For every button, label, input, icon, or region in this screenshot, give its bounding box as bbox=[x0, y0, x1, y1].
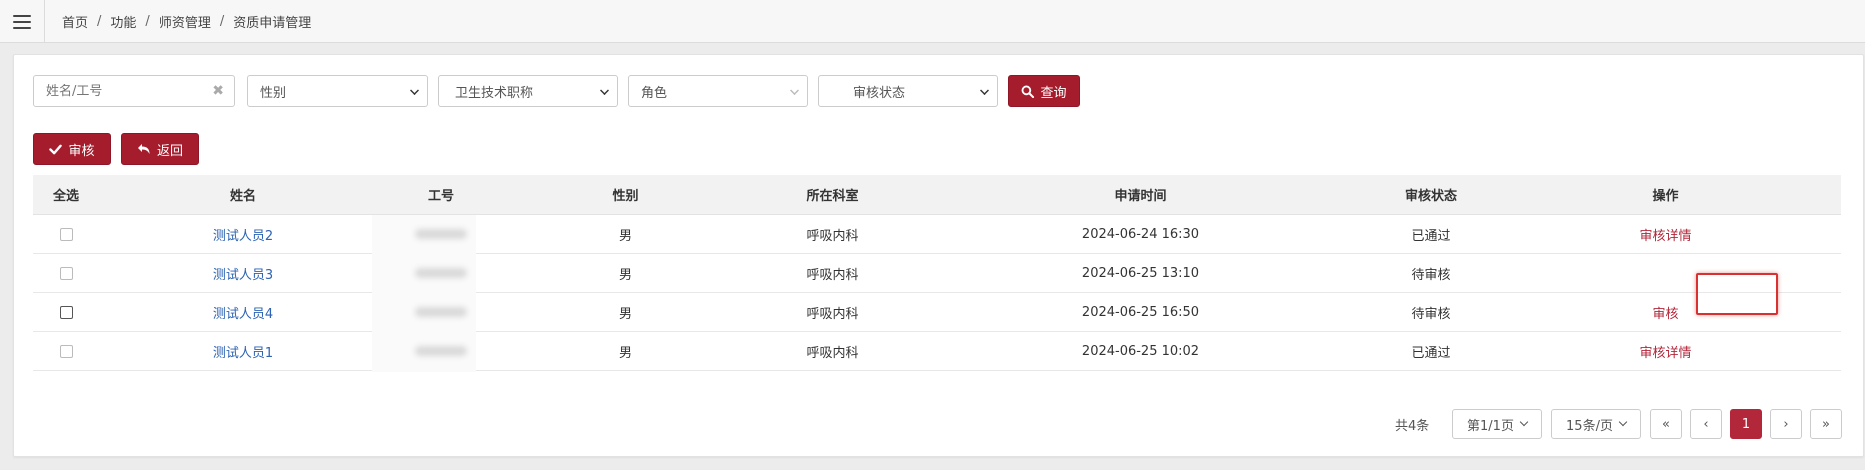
page-select[interactable]: 第1/1页 bbox=[1452, 409, 1542, 439]
gender-cell: 男 bbox=[618, 267, 632, 283]
approve-button[interactable]: 审核 bbox=[33, 133, 111, 165]
review-link[interactable]: 审核 bbox=[1652, 303, 1678, 322]
breadcrumb: 首页 / 功能 / 师资管理 / 资质申请管理 bbox=[62, 12, 312, 31]
status-select-value: 审核状态 bbox=[853, 85, 906, 101]
chevron-down-icon bbox=[600, 86, 609, 95]
staff-id-masked bbox=[415, 229, 467, 239]
highlight-box bbox=[1696, 273, 1778, 315]
header-status: 审核状态 bbox=[1404, 189, 1457, 204]
next-page-button[interactable]: › bbox=[1770, 409, 1802, 439]
header-actions: 操作 bbox=[1652, 189, 1679, 204]
review-details-link[interactable]: 审核详情 bbox=[1639, 342, 1691, 361]
page-select-value: 第1/1页 bbox=[1467, 418, 1514, 434]
row-checkbox[interactable] bbox=[59, 266, 73, 280]
table-row: 测试人员1 男 呼吸内科 2024-06-25 10:02 已通过 审核详情 bbox=[33, 332, 1841, 371]
apply-time-cell: 2024-06-25 10:02 bbox=[1081, 343, 1200, 359]
staff-name-link[interactable]: 测试人员1 bbox=[213, 342, 273, 361]
role-select[interactable]: 角色 bbox=[628, 75, 808, 107]
gender-cell: 男 bbox=[618, 306, 632, 322]
hamburger-icon bbox=[13, 14, 31, 29]
top-bar: 首页 / 功能 / 师资管理 / 资质申请管理 bbox=[0, 0, 1865, 43]
header-department: 所在科室 bbox=[806, 189, 859, 204]
status-cell: 待审核 bbox=[1411, 267, 1451, 283]
chevron-down-icon bbox=[790, 86, 799, 95]
menu-toggle-button[interactable] bbox=[0, 0, 45, 43]
name-search-input[interactable] bbox=[46, 83, 206, 99]
search-button[interactable]: 查询 bbox=[1008, 75, 1080, 107]
table-row: 测试人员4 男 呼吸内科 2024-06-25 16:50 待审核 审核 bbox=[33, 293, 1841, 332]
gender-select-value: 性别 bbox=[260, 85, 287, 101]
header-staff-id: 工号 bbox=[427, 189, 454, 204]
name-search-field[interactable]: ✖ bbox=[33, 75, 235, 107]
status-cell: 已通过 bbox=[1411, 345, 1451, 361]
prev-page-button[interactable]: ‹ bbox=[1690, 409, 1722, 439]
row-checkbox[interactable] bbox=[59, 305, 73, 319]
gender-cell: 男 bbox=[618, 228, 632, 244]
breadcrumb-home[interactable]: 首页 bbox=[62, 12, 88, 31]
staff-id-masked bbox=[415, 346, 467, 356]
status-cell: 已通过 bbox=[1411, 228, 1451, 244]
total-count: 共4条 bbox=[1395, 418, 1430, 434]
department-cell: 呼吸内科 bbox=[806, 267, 859, 283]
row-checkbox[interactable] bbox=[59, 344, 73, 358]
role-select-value: 角色 bbox=[641, 85, 668, 101]
staff-id-masked bbox=[415, 268, 467, 278]
department-cell: 呼吸内科 bbox=[806, 345, 859, 361]
breadcrumb-teacher-mgmt[interactable]: 师资管理 bbox=[159, 12, 211, 31]
check-icon bbox=[49, 144, 63, 154]
title-select-value: 卫生技术职称 bbox=[455, 85, 534, 101]
chevron-down-icon bbox=[1519, 417, 1529, 427]
table-header: 全选 姓名 工号 性别 所在科室 申请时间 审核状态 操作 bbox=[33, 175, 1841, 215]
apply-time-cell: 2024-06-24 16:30 bbox=[1081, 226, 1200, 242]
page-size-select[interactable]: 15条/页 bbox=[1551, 409, 1641, 439]
current-page-button[interactable]: 1 bbox=[1730, 409, 1762, 439]
back-button-label: 返回 bbox=[156, 143, 183, 159]
review-details-link[interactable]: 审核详情 bbox=[1639, 225, 1691, 244]
chevron-down-icon bbox=[410, 86, 419, 95]
gender-cell: 男 bbox=[618, 345, 632, 361]
last-page-button[interactable]: » bbox=[1810, 409, 1842, 439]
breadcrumb-function[interactable]: 功能 bbox=[110, 12, 136, 31]
search-button-label: 查询 bbox=[1040, 85, 1067, 101]
staff-name-link[interactable]: 测试人员3 bbox=[213, 264, 273, 283]
chevron-down-icon bbox=[1618, 417, 1628, 427]
chevron-down-icon bbox=[980, 86, 989, 95]
undo-icon bbox=[137, 144, 150, 154]
approve-button-label: 审核 bbox=[68, 143, 95, 159]
header-select-all[interactable]: 全选 bbox=[33, 175, 99, 214]
main-card: ✖ 性别 卫生技术职称 角色 审核状态 查询 审核 返回 bbox=[13, 54, 1864, 457]
staff-id-masked bbox=[415, 307, 467, 317]
apply-time-cell: 2024-06-25 13:10 bbox=[1081, 265, 1200, 281]
title-select[interactable]: 卫生技术职称 bbox=[438, 75, 618, 107]
table-row: 测试人员3 男 呼吸内科 2024-06-25 13:10 待审核 bbox=[33, 254, 1841, 293]
table-row: 测试人员2 男 呼吸内科 2024-06-24 16:30 已通过 审核详情 bbox=[33, 215, 1841, 254]
first-page-button[interactable]: « bbox=[1650, 409, 1682, 439]
staff-name-link[interactable]: 测试人员4 bbox=[213, 303, 273, 322]
gender-select[interactable]: 性别 bbox=[247, 75, 428, 107]
header-apply-time: 申请时间 bbox=[1114, 189, 1167, 204]
search-icon bbox=[1022, 85, 1035, 98]
page-size-value: 15条/页 bbox=[1566, 418, 1613, 434]
status-cell: 待审核 bbox=[1411, 306, 1451, 322]
header-gender: 性别 bbox=[612, 189, 639, 204]
status-select[interactable]: 审核状态 bbox=[818, 75, 998, 107]
header-name: 姓名 bbox=[229, 189, 256, 204]
clear-icon[interactable]: ✖ bbox=[212, 83, 224, 99]
back-button[interactable]: 返回 bbox=[121, 133, 199, 165]
department-cell: 呼吸内科 bbox=[806, 306, 859, 322]
staff-name-link[interactable]: 测试人员2 bbox=[213, 225, 273, 244]
department-cell: 呼吸内科 bbox=[806, 228, 859, 244]
apply-time-cell: 2024-06-25 16:50 bbox=[1081, 304, 1200, 320]
applications-table: 全选 姓名 工号 性别 所在科室 申请时间 审核状态 操作 测试人员2 男 呼吸… bbox=[33, 175, 1841, 372]
row-checkbox[interactable] bbox=[59, 227, 73, 241]
breadcrumb-current: 资质申请管理 bbox=[233, 16, 312, 31]
